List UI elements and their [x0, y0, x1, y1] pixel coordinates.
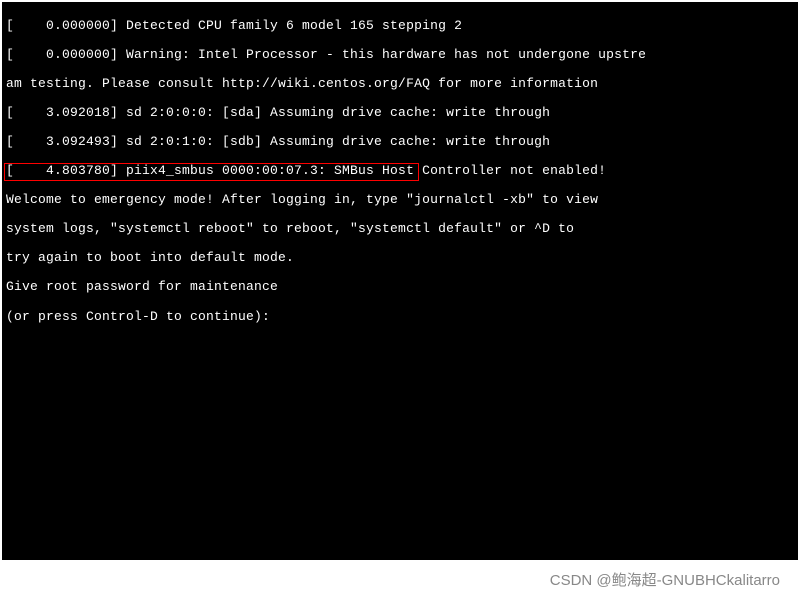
- password-prompt-line: (or press Control-D to continue):: [6, 309, 794, 325]
- password-prompt-text: (or press Control-D to continue):: [6, 309, 278, 324]
- boot-log-line: [ 0.000000] Detected CPU family 6 model …: [6, 19, 794, 34]
- boot-log-line: system logs, "systemctl reboot" to reboo…: [6, 222, 794, 237]
- watermark-text: CSDN @鲍海超-GNUBHCkalitarro: [550, 569, 780, 590]
- boot-log-line: [ 0.000000] Warning: Intel Processor - t…: [6, 48, 794, 63]
- boot-log-line: [ 3.092493] sd 2:0:1:0: [sdb] Assuming d…: [6, 135, 794, 150]
- terminal-console[interactable]: [ 0.000000] Detected CPU family 6 model …: [2, 2, 798, 560]
- boot-log-line: try again to boot into default mode.: [6, 251, 794, 266]
- boot-log-line: [ 3.092018] sd 2:0:0:0: [sda] Assuming d…: [6, 106, 794, 121]
- boot-log-line: Give root password for maintenance: [6, 280, 794, 295]
- boot-log-line: [ 4.803780] piix4_smbus 0000:00:07.3: SM…: [6, 164, 794, 179]
- boot-log-line: Welcome to emergency mode! After logging…: [6, 193, 794, 208]
- boot-log-line: am testing. Please consult http://wiki.c…: [6, 77, 794, 92]
- root-password-input[interactable]: [278, 309, 298, 324]
